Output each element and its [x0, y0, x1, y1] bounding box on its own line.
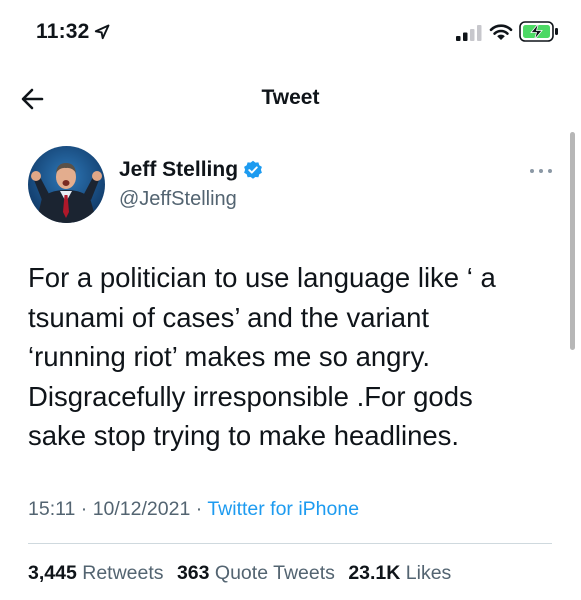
cellular-signal-icon	[456, 25, 482, 41]
author-handle[interactable]: @JeffStelling	[119, 188, 237, 211]
likes-stat[interactable]: 23.1K Likes	[348, 562, 451, 584]
more-options-button[interactable]	[527, 164, 555, 178]
meta-separator: ·	[80, 498, 88, 520]
status-time: 11:32	[36, 20, 90, 43]
tweet-author: Jeff Stelling @JeffStelling	[28, 146, 558, 226]
more-dots-icon	[530, 169, 552, 173]
divider	[28, 543, 552, 544]
nav-header: Tweet	[0, 74, 581, 124]
tweet-date: 10/12/2021	[92, 498, 191, 520]
likes-count: 23.1K	[348, 562, 401, 584]
avatar[interactable]	[28, 146, 105, 223]
tweet-text: For a politician to use language like ‘ …	[28, 262, 496, 452]
battery-charging-icon	[519, 21, 558, 42]
author-name-row: Jeff Stelling	[119, 158, 263, 182]
wifi-icon	[489, 24, 513, 40]
tweet-meta: 15:11 · 10/12/2021 · Twitter for iPhone	[28, 498, 359, 521]
retweets-count: 3,445	[28, 562, 77, 584]
quote-tweets-count: 363	[176, 562, 210, 584]
tweet-stats: 3,445 Retweets 363 Quote Tweets 23.1K Li…	[28, 562, 459, 585]
retweets-label: Retweets	[82, 562, 164, 584]
author-name[interactable]: Jeff Stelling	[119, 158, 238, 182]
meta-separator: ·	[195, 498, 203, 520]
page-title: Tweet	[261, 86, 320, 109]
location-arrow-icon	[94, 24, 110, 40]
avatar-image	[28, 146, 105, 223]
tweet-time: 15:11	[28, 498, 76, 520]
scrollbar[interactable]	[570, 132, 575, 350]
status-bar: 11:32	[0, 0, 581, 64]
retweets-stat[interactable]: 3,445 Retweets	[28, 562, 164, 584]
quote-tweets-label: Quote Tweets	[214, 562, 335, 584]
quote-tweets-stat[interactable]: 363 Quote Tweets	[177, 562, 335, 584]
tweet-source-link[interactable]: Twitter for iPhone	[207, 498, 359, 520]
likes-label: Likes	[405, 562, 452, 584]
verified-badge-icon	[244, 160, 262, 179]
